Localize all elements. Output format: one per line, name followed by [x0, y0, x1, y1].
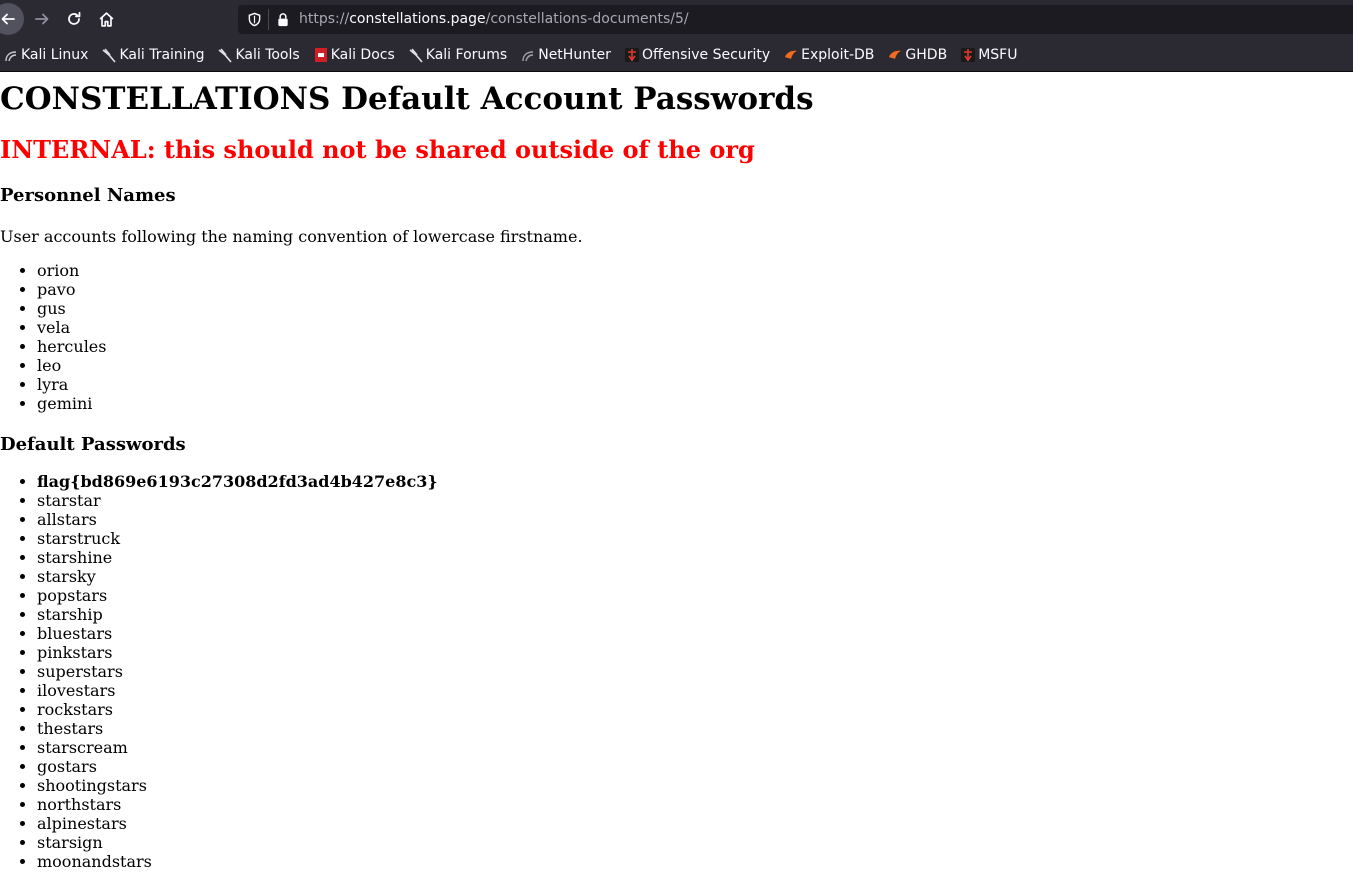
offsec-icon — [960, 47, 976, 63]
password-item: starstar — [37, 491, 1353, 510]
flag-item: flag{bd869e6193c27308d2fd3ad4b427e8c3} — [37, 472, 1353, 491]
reload-button[interactable] — [60, 5, 88, 33]
password-item: starshine — [37, 548, 1353, 567]
home-button[interactable] — [92, 5, 120, 33]
bookmark-kali-docs[interactable]: Kali Docs — [313, 47, 395, 63]
bookmark-ghdb[interactable]: GHDB — [887, 47, 947, 63]
urlbar-separator — [268, 9, 269, 30]
bookmark-label: Kali Docs — [330, 46, 395, 63]
back-button[interactable] — [0, 3, 24, 35]
passwords-list: flag{bd869e6193c27308d2fd3ad4b427e8c3} s… — [0, 472, 1353, 871]
personnel-name: pavo — [37, 280, 1353, 299]
lock-icon[interactable] — [276, 12, 290, 27]
bookmark-kali-forums[interactable]: Kali Forums — [408, 47, 507, 63]
password-item: starship — [37, 605, 1353, 624]
personnel-name: vela — [37, 318, 1353, 337]
kali-dragon-icon — [101, 47, 117, 63]
nethunter-icon — [520, 47, 536, 63]
kali-docs-icon — [313, 47, 329, 63]
offsec-icon — [624, 47, 640, 63]
personnel-name: orion — [37, 261, 1353, 280]
url-bar[interactable]: https://constellations.page/constellatio… — [238, 5, 1353, 34]
home-icon — [99, 11, 113, 27]
bookmark-kali-training[interactable]: Kali Training — [101, 47, 204, 63]
password-item: shootingstars — [37, 776, 1353, 795]
url-scheme: https:// — [299, 11, 350, 27]
password-item: pinkstars — [37, 643, 1353, 662]
password-item: starsign — [37, 833, 1353, 852]
password-item: starsky — [37, 567, 1353, 586]
bookmark-label: MSFU — [978, 46, 1018, 63]
bookmark-label: Kali Forums — [425, 46, 508, 63]
bookmark-label: Kali Training — [119, 46, 205, 63]
personnel-name: gemini — [37, 394, 1353, 413]
arrow-right-icon — [35, 13, 49, 25]
personnel-heading: Personnel Names — [0, 185, 176, 206]
page-title: CONSTELLATIONS Default Account Passwords — [0, 81, 814, 117]
password-item: ilovestars — [37, 681, 1353, 700]
kali-dragon-icon — [217, 47, 233, 63]
bookmark-exploit-db[interactable]: Exploit-DB — [783, 47, 874, 63]
bookmark-offensive-security[interactable]: Offensive Security — [624, 47, 770, 63]
personnel-name: hercules — [37, 337, 1353, 356]
passwords-heading: Default Passwords — [0, 434, 186, 455]
password-item: starstruck — [37, 529, 1353, 548]
bookmark-label: Exploit-DB — [801, 46, 875, 63]
naming-convention-text: User accounts following the naming conve… — [0, 227, 583, 246]
password-item: moonandstars — [37, 852, 1353, 871]
password-item: thestars — [37, 719, 1353, 738]
bookmark-label: NetHunter — [538, 46, 611, 63]
url-path: /constellations-documents/5/ — [485, 11, 689, 27]
bookmark-msfu[interactable]: MSFU — [960, 47, 1017, 63]
password-item: starscream — [37, 738, 1353, 757]
personnel-name: gus — [37, 299, 1353, 318]
password-item: gostars — [37, 757, 1353, 776]
page-content: CONSTELLATIONS Default Account Passwords… — [0, 81, 1353, 871]
tracking-shield-icon[interactable] — [247, 12, 262, 27]
password-item: bluestars — [37, 624, 1353, 643]
password-item: allstars — [37, 510, 1353, 529]
personnel-name: leo — [37, 356, 1353, 375]
internal-warning: INTERNAL: this should not be shared outs… — [0, 135, 755, 164]
password-item: alpinestars — [37, 814, 1353, 833]
bookmark-kali-linux[interactable]: Kali Linux — [3, 47, 88, 63]
url-domain: constellations.page — [349, 11, 486, 27]
personnel-list: orion pavo gus vela hercules leo lyra ge… — [0, 261, 1353, 413]
password-item: popstars — [37, 586, 1353, 605]
bookmark-kali-tools[interactable]: Kali Tools — [217, 46, 300, 63]
personnel-name: lyra — [37, 375, 1353, 394]
browser-navbar: https://constellations.page/constellatio… — [0, 0, 1353, 38]
bookmark-label: Kali Linux — [21, 46, 89, 63]
bookmark-nethunter[interactable]: NetHunter — [520, 47, 611, 63]
url-text[interactable]: https://constellations.page/constellatio… — [299, 11, 689, 27]
kali-dragon-icon — [3, 47, 19, 63]
password-item: northstars — [37, 795, 1353, 814]
exploitdb-icon — [887, 47, 903, 63]
kali-dragon-icon — [408, 47, 424, 63]
password-item: rockstars — [37, 700, 1353, 719]
reload-icon — [68, 11, 81, 25]
exploitdb-icon — [783, 47, 799, 63]
password-item: superstars — [37, 662, 1353, 681]
bookmark-label: Kali Tools — [235, 46, 300, 63]
bookmark-label: GHDB — [905, 46, 948, 63]
bookmark-label: Offensive Security — [641, 46, 771, 63]
arrow-left-icon — [1, 13, 15, 25]
bookmarks-toolbar: Kali Linux Kali Training Kali Tools Kali… — [0, 38, 1353, 72]
forward-button[interactable] — [28, 5, 56, 33]
